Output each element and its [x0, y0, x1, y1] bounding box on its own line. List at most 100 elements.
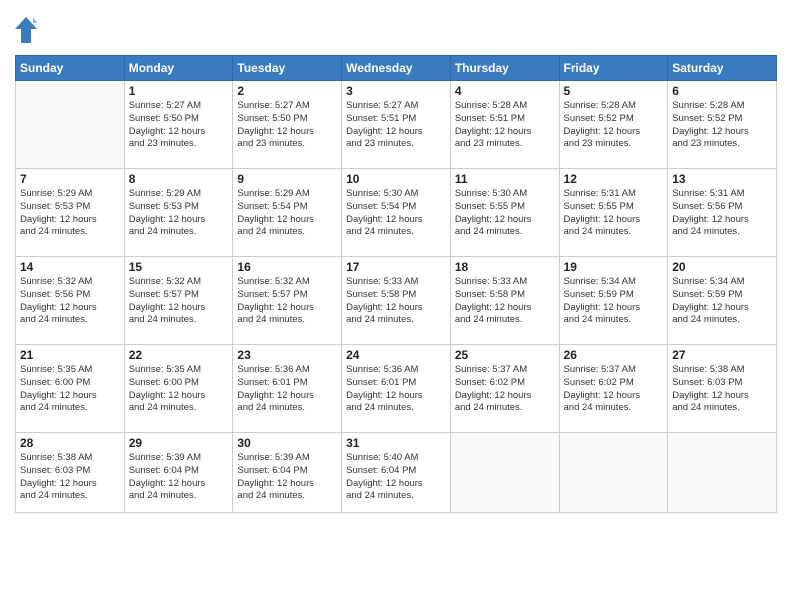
day-info: Sunrise: 5:37 AM Sunset: 6:02 PM Dayligh…: [455, 364, 555, 415]
day-info: Sunrise: 5:31 AM Sunset: 5:56 PM Dayligh…: [672, 188, 772, 239]
day-number: 18: [455, 260, 555, 274]
day-cell: 1 Sunrise: 5:27 AM Sunset: 5:50 PM Daylig…: [124, 81, 233, 169]
day-number: 16: [237, 260, 337, 274]
day-number: 14: [20, 260, 120, 274]
day-number: 20: [672, 260, 772, 274]
day-number: 19: [564, 260, 664, 274]
day-cell: 8 Sunrise: 5:29 AM Sunset: 5:53 PM Daylig…: [124, 169, 233, 257]
day-info: Sunrise: 5:32 AM Sunset: 5:56 PM Dayligh…: [20, 276, 120, 327]
weekday-header-sunday: Sunday: [16, 56, 125, 81]
day-info: Sunrise: 5:29 AM Sunset: 5:54 PM Dayligh…: [237, 188, 337, 239]
weekday-header-tuesday: Tuesday: [233, 56, 342, 81]
day-info: Sunrise: 5:36 AM Sunset: 6:01 PM Dayligh…: [237, 364, 337, 415]
day-cell: 26 Sunrise: 5:37 AM Sunset: 6:02 PM Dayli…: [559, 345, 668, 433]
day-cell: 4 Sunrise: 5:28 AM Sunset: 5:51 PM Daylig…: [450, 81, 559, 169]
day-number: 24: [346, 348, 446, 362]
day-cell: 10 Sunrise: 5:30 AM Sunset: 5:54 PM Dayli…: [342, 169, 451, 257]
day-cell: 13Sunrise: 5:31 AM Sunset: 5:56 PM Dayli…: [668, 169, 777, 257]
day-cell: 5 Sunrise: 5:28 AM Sunset: 5:52 PM Daylig…: [559, 81, 668, 169]
day-info: Sunrise: 5:35 AM Sunset: 6:00 PM Dayligh…: [20, 364, 120, 415]
day-cell: 30Sunrise: 5:39 AM Sunset: 6:04 PM Dayli…: [233, 433, 342, 513]
day-cell: 2 Sunrise: 5:27 AM Sunset: 5:50 PM Daylig…: [233, 81, 342, 169]
day-cell: 15 Sunrise: 5:32 AM Sunset: 5:57 PM Dayli…: [124, 257, 233, 345]
day-info: Sunrise: 5:33 AM Sunset: 5:58 PM Dayligh…: [346, 276, 446, 327]
weekday-header-monday: Monday: [124, 56, 233, 81]
day-number: 17: [346, 260, 446, 274]
day-cell: 20Sunrise: 5:34 AM Sunset: 5:59 PM Dayli…: [668, 257, 777, 345]
day-number: 4: [455, 84, 555, 98]
day-cell: 21 Sunrise: 5:35 AM Sunset: 6:00 PM Dayli…: [16, 345, 125, 433]
day-number: 6: [672, 84, 772, 98]
day-info: Sunrise: 5:28 AM Sunset: 5:52 PM Dayligh…: [564, 100, 664, 151]
day-info: Sunrise: 5:36 AM Sunset: 6:01 PM Dayligh…: [346, 364, 446, 415]
day-cell: [559, 433, 668, 513]
day-cell: 24 Sunrise: 5:36 AM Sunset: 6:01 PM Dayli…: [342, 345, 451, 433]
header: [15, 15, 777, 45]
day-cell: 16 Sunrise: 5:32 AM Sunset: 5:57 PM Dayli…: [233, 257, 342, 345]
day-number: 7: [20, 172, 120, 186]
day-number: 27: [672, 348, 772, 362]
day-info: Sunrise: 5:39 AM Sunset: 6:04 PM Dayligh…: [237, 452, 337, 503]
day-info: Sunrise: 5:29 AM Sunset: 5:53 PM Dayligh…: [129, 188, 229, 239]
day-info: Sunrise: 5:27 AM Sunset: 5:50 PM Dayligh…: [129, 100, 229, 151]
day-number: 15: [129, 260, 229, 274]
day-info: Sunrise: 5:33 AM Sunset: 5:58 PM Dayligh…: [455, 276, 555, 327]
day-cell: [16, 81, 125, 169]
day-info: Sunrise: 5:30 AM Sunset: 5:54 PM Dayligh…: [346, 188, 446, 239]
day-cell: 27 Sunrise: 5:38 AM Sunset: 6:03 PM Dayli…: [668, 345, 777, 433]
day-number: 2: [237, 84, 337, 98]
day-number: 8: [129, 172, 229, 186]
logo-icon: [15, 15, 37, 45]
day-cell: 18 Sunrise: 5:33 AM Sunset: 5:58 PM Dayli…: [450, 257, 559, 345]
day-info: Sunrise: 5:29 AM Sunset: 5:53 PM Dayligh…: [20, 188, 120, 239]
day-info: Sunrise: 5:27 AM Sunset: 5:51 PM Dayligh…: [346, 100, 446, 151]
weekday-header-friday: Friday: [559, 56, 668, 81]
day-number: 22: [129, 348, 229, 362]
day-info: Sunrise: 5:37 AM Sunset: 6:02 PM Dayligh…: [564, 364, 664, 415]
week-row-4: 21 Sunrise: 5:35 AM Sunset: 6:00 PM Dayli…: [16, 345, 777, 433]
day-number: 31: [346, 436, 446, 450]
weekday-header-wednesday: Wednesday: [342, 56, 451, 81]
logo: [15, 15, 40, 45]
day-number: 21: [20, 348, 120, 362]
day-info: Sunrise: 5:27 AM Sunset: 5:50 PM Dayligh…: [237, 100, 337, 151]
day-number: 23: [237, 348, 337, 362]
day-number: 29: [129, 436, 229, 450]
weekday-header-row: SundayMondayTuesdayWednesdayThursdayFrid…: [16, 56, 777, 81]
day-number: 5: [564, 84, 664, 98]
day-number: 26: [564, 348, 664, 362]
day-cell: 3 Sunrise: 5:27 AM Sunset: 5:51 PM Daylig…: [342, 81, 451, 169]
day-info: Sunrise: 5:35 AM Sunset: 6:00 PM Dayligh…: [129, 364, 229, 415]
day-number: 10: [346, 172, 446, 186]
day-info: Sunrise: 5:40 AM Sunset: 6:04 PM Dayligh…: [346, 452, 446, 503]
week-row-1: 1 Sunrise: 5:27 AM Sunset: 5:50 PM Daylig…: [16, 81, 777, 169]
day-cell: 23 Sunrise: 5:36 AM Sunset: 6:01 PM Dayli…: [233, 345, 342, 433]
weekday-header-saturday: Saturday: [668, 56, 777, 81]
day-cell: 9 Sunrise: 5:29 AM Sunset: 5:54 PM Daylig…: [233, 169, 342, 257]
calendar-table: SundayMondayTuesdayWednesdayThursdayFrid…: [15, 55, 777, 513]
day-info: Sunrise: 5:32 AM Sunset: 5:57 PM Dayligh…: [129, 276, 229, 327]
day-cell: 28 Sunrise: 5:38 AM Sunset: 6:03 PM Dayli…: [16, 433, 125, 513]
day-number: 1: [129, 84, 229, 98]
day-cell: 25 Sunrise: 5:37 AM Sunset: 6:02 PM Dayli…: [450, 345, 559, 433]
week-row-2: 7 Sunrise: 5:29 AM Sunset: 5:53 PM Daylig…: [16, 169, 777, 257]
weekday-header-thursday: Thursday: [450, 56, 559, 81]
day-cell: 11 Sunrise: 5:30 AM Sunset: 5:55 PM Dayli…: [450, 169, 559, 257]
day-info: Sunrise: 5:39 AM Sunset: 6:04 PM Dayligh…: [129, 452, 229, 503]
day-number: 9: [237, 172, 337, 186]
day-info: Sunrise: 5:28 AM Sunset: 5:51 PM Dayligh…: [455, 100, 555, 151]
day-cell: 14 Sunrise: 5:32 AM Sunset: 5:56 PM Dayli…: [16, 257, 125, 345]
day-number: 28: [20, 436, 120, 450]
day-info: Sunrise: 5:38 AM Sunset: 6:03 PM Dayligh…: [20, 452, 120, 503]
day-cell: 7 Sunrise: 5:29 AM Sunset: 5:53 PM Daylig…: [16, 169, 125, 257]
day-info: Sunrise: 5:32 AM Sunset: 5:57 PM Dayligh…: [237, 276, 337, 327]
day-info: Sunrise: 5:31 AM Sunset: 5:55 PM Dayligh…: [564, 188, 664, 239]
day-number: 3: [346, 84, 446, 98]
day-number: 25: [455, 348, 555, 362]
day-info: Sunrise: 5:30 AM Sunset: 5:55 PM Dayligh…: [455, 188, 555, 239]
day-cell: 6Sunrise: 5:28 AM Sunset: 5:52 PM Daylig…: [668, 81, 777, 169]
day-number: 11: [455, 172, 555, 186]
day-info: Sunrise: 5:38 AM Sunset: 6:03 PM Dayligh…: [672, 364, 772, 415]
week-row-5: 28 Sunrise: 5:38 AM Sunset: 6:03 PM Dayli…: [16, 433, 777, 513]
page: SundayMondayTuesdayWednesdayThursdayFrid…: [0, 0, 792, 612]
